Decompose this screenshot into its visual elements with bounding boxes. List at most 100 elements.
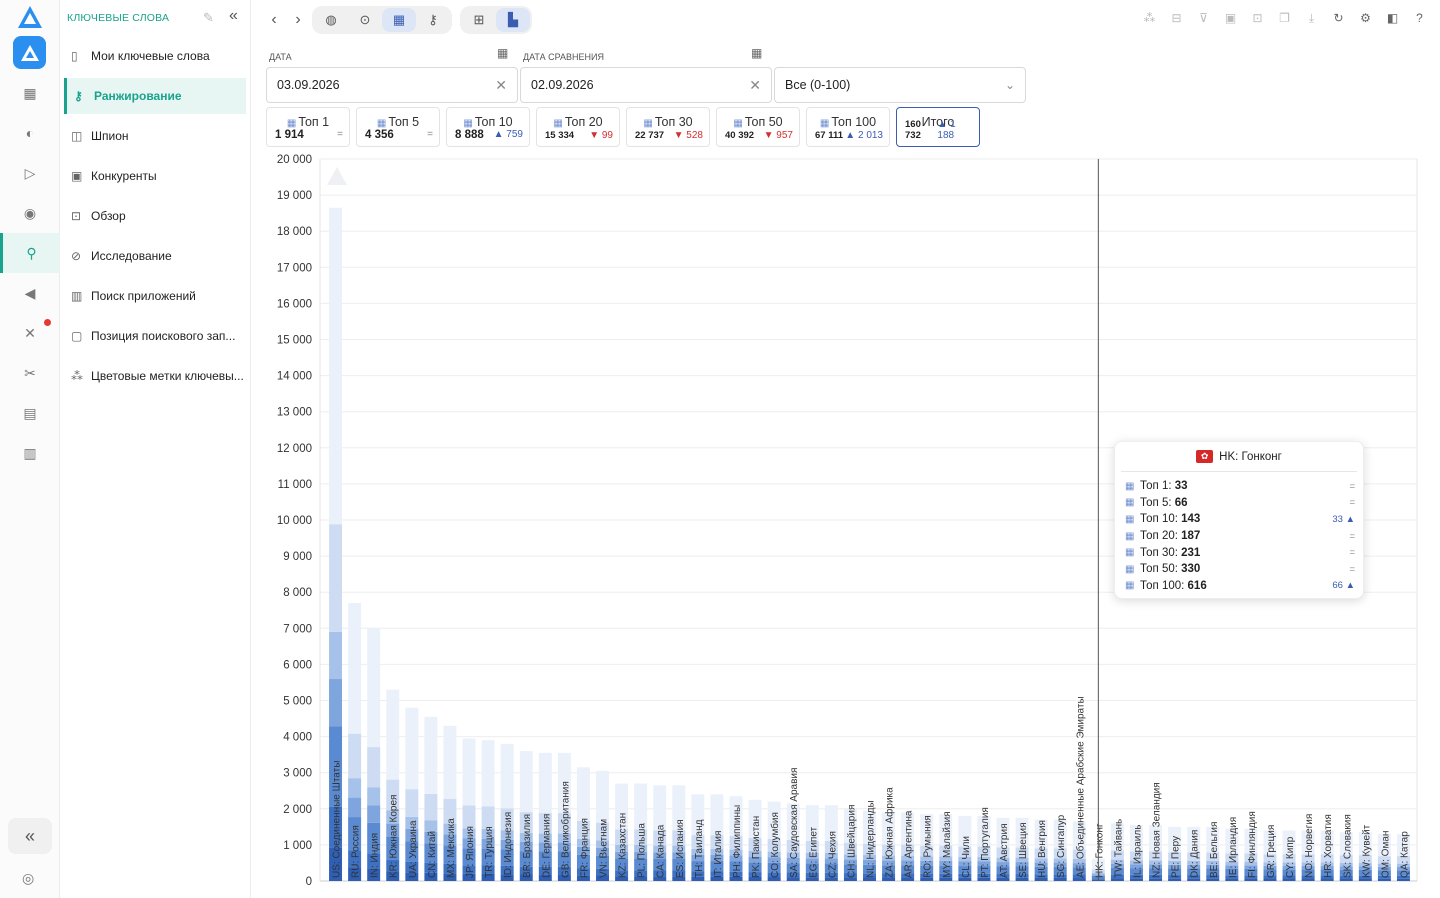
menu-item-research[interactable]: ⊘ Исследование	[64, 238, 246, 274]
menu-item-overview[interactable]: ⊡ Обзор	[64, 198, 246, 234]
clear-icon[interactable]: ✕	[495, 77, 507, 94]
y-tick-label: 12 000	[277, 443, 312, 455]
color-tags-icon[interactable]: ⁂	[1141, 11, 1158, 26]
copy-icon[interactable]: ❐	[1276, 11, 1293, 26]
y-tick-label: 3 000	[283, 768, 312, 780]
brand-logo-icon[interactable]	[17, 5, 43, 34]
calendar-icon[interactable]: ▦	[497, 46, 508, 60]
globe-icon[interactable]: ◍	[314, 8, 348, 32]
summary-card[interactable]: ▦ Топ 54 356 =	[356, 107, 440, 147]
summary-card[interactable]: ▦ Топ 100 67 111 ▲ 2 013	[806, 107, 890, 147]
calendar-icon[interactable]: ▦	[382, 8, 416, 32]
x-category-label: VN: Вьетнам	[599, 819, 610, 878]
menu-item-competitors[interactable]: ▣ Конкуренты	[64, 158, 246, 194]
forward-icon[interactable]: ›	[286, 11, 310, 29]
date-field[interactable]: 03.09.2026 ✕	[266, 67, 518, 103]
x-category-label: PL: Польша	[637, 823, 648, 878]
menu-item-search-position[interactable]: ▢ Позиция поискового зап...	[64, 318, 246, 354]
download-icon[interactable]: ⤓	[1303, 11, 1320, 26]
tooltip-label: Топ 1:	[1140, 480, 1172, 493]
summary-card[interactable]: Итого 160 732 ▲ 1 188	[896, 107, 980, 147]
edit-icon[interactable]: ✎	[203, 10, 214, 26]
summary-card[interactable]: ▦ Топ 50 40 392 ▼ 957	[716, 107, 800, 147]
summary-card[interactable]: ▦ Топ 30 22 737 ▼ 528	[626, 107, 710, 147]
x-category-label: NZ: Новая Зеландия	[1152, 782, 1163, 878]
x-category-label: IT: Италия	[713, 831, 724, 878]
bars-icon: ▦	[733, 118, 743, 129]
compare-date-field[interactable]: 02.09.2026 ✕	[520, 67, 772, 103]
card-delta: ▲ 1 188	[937, 119, 956, 141]
x-category-label: CL: Чили	[961, 836, 972, 878]
menu-item-my-keywords[interactable]: ▯ Мои ключевые слова	[64, 38, 246, 74]
table-icon[interactable]: ⊞	[462, 8, 496, 32]
x-category-label: TR: Турция	[484, 826, 495, 878]
refresh-icon[interactable]: ↻	[1330, 11, 1347, 26]
eye-icon[interactable]: ◉	[0, 193, 60, 233]
megaphone-icon[interactable]: ◀	[0, 273, 60, 313]
bars-icon: ▦	[553, 118, 563, 129]
clear-icon[interactable]: ✕	[749, 77, 761, 94]
dashboard-icon[interactable]: ▦	[0, 73, 60, 113]
filter-icon[interactable]: ⊽	[1195, 11, 1212, 26]
x-category-label: PT: Португалия	[980, 807, 991, 878]
color-tags-icon: ⁂	[71, 369, 83, 383]
bar-segment	[1396, 878, 1410, 881]
car-icon[interactable]: ⊟	[1168, 11, 1185, 26]
keywords-icon[interactable]: ⚲	[0, 233, 60, 273]
report-icon[interactable]: ▤	[0, 393, 60, 433]
back-icon[interactable]: ‹	[262, 11, 286, 29]
apple-icon[interactable]: ◐	[0, 113, 60, 153]
bar-segment	[424, 793, 438, 821]
x-category-label: JP: Япония	[465, 826, 476, 878]
box-icon[interactable]: ▣	[1222, 11, 1239, 26]
y-tick-label: 13 000	[277, 407, 312, 419]
y-tick-label: 2 000	[283, 804, 312, 816]
summary-card[interactable]: ▦ Топ 11 914 =	[266, 107, 350, 147]
menu-item-app-search[interactable]: ▥ Поиск приложений	[64, 278, 246, 314]
bar-segment	[367, 805, 381, 823]
location-pin-icon[interactable]: ⊙	[348, 8, 382, 32]
bars-icon: ▦	[1125, 580, 1135, 592]
store-icon[interactable]: ▥	[0, 433, 60, 473]
y-tick-label: 11 000	[278, 479, 312, 491]
summary-card[interactable]: ▦ Топ 10 8 888 ▲ 759	[446, 107, 530, 147]
chart-icon[interactable]: ▙	[496, 8, 530, 32]
overview-icon: ⊡	[71, 209, 82, 223]
menu-item-color-tags[interactable]: ⁂ Цветовые метки ключевы...	[64, 358, 246, 394]
x-category-label: NL: Нидерланды	[866, 800, 877, 878]
help-icon[interactable]: ?	[1411, 11, 1428, 26]
user-icon[interactable]: ◎	[22, 870, 34, 887]
bar-segment	[348, 733, 362, 779]
screenshot-icon[interactable]: ⊡	[1249, 11, 1266, 26]
right-toolbar: ⁂ ⊟ ⊽ ▣ ⊡ ❐ ⤓ ↻ ⚙ ◧ ?	[1141, 11, 1428, 26]
bar-segment	[424, 820, 438, 832]
range-select[interactable]: Все (0-100) ⌄	[774, 67, 1026, 103]
x-category-label: HR: Хорватия	[1323, 814, 1334, 878]
collapse-menu-icon[interactable]: «	[229, 7, 238, 25]
calendar-icon[interactable]: ▦	[751, 46, 762, 60]
panel-icon[interactable]: ◧	[1384, 11, 1401, 26]
bar-segment	[348, 797, 362, 818]
x-category-label: FR: Франция	[579, 818, 590, 878]
menu-item-ranking[interactable]: ⚷ Ранжирование	[64, 78, 246, 114]
x-category-label: US: Соединенные Штаты	[332, 761, 343, 878]
menu-item-spy[interactable]: ◫ Шпион	[64, 118, 246, 154]
x-category-label: CA: Канада	[656, 824, 667, 878]
bars-icon: ▦	[819, 118, 830, 129]
y-tick-label: 18 000	[277, 226, 312, 238]
tools-icon[interactable]: ✕	[0, 313, 60, 353]
app-avatar-icon[interactable]	[13, 36, 46, 69]
key-icon[interactable]: ⚷	[416, 8, 450, 32]
settings-icon[interactable]: ⚙	[1357, 11, 1374, 26]
summary-card[interactable]: ▦ Топ 20 15 334 ▼ 99	[536, 107, 620, 147]
collapse-rail-button[interactable]: «	[8, 818, 52, 854]
card-title: ▦ Топ 100	[807, 115, 889, 129]
menu-item-label: Поиск приложений	[91, 289, 196, 303]
card-title: ▦ Топ 5	[357, 115, 439, 129]
play-store-icon[interactable]: ▷	[0, 153, 60, 193]
swords-icon[interactable]: ✂	[0, 353, 60, 393]
bookmark-icon: ▯	[71, 49, 78, 63]
bar-segment	[443, 725, 457, 799]
bars-icon: ▦	[376, 118, 387, 129]
tooltip-label: Топ 100:	[1140, 579, 1185, 592]
